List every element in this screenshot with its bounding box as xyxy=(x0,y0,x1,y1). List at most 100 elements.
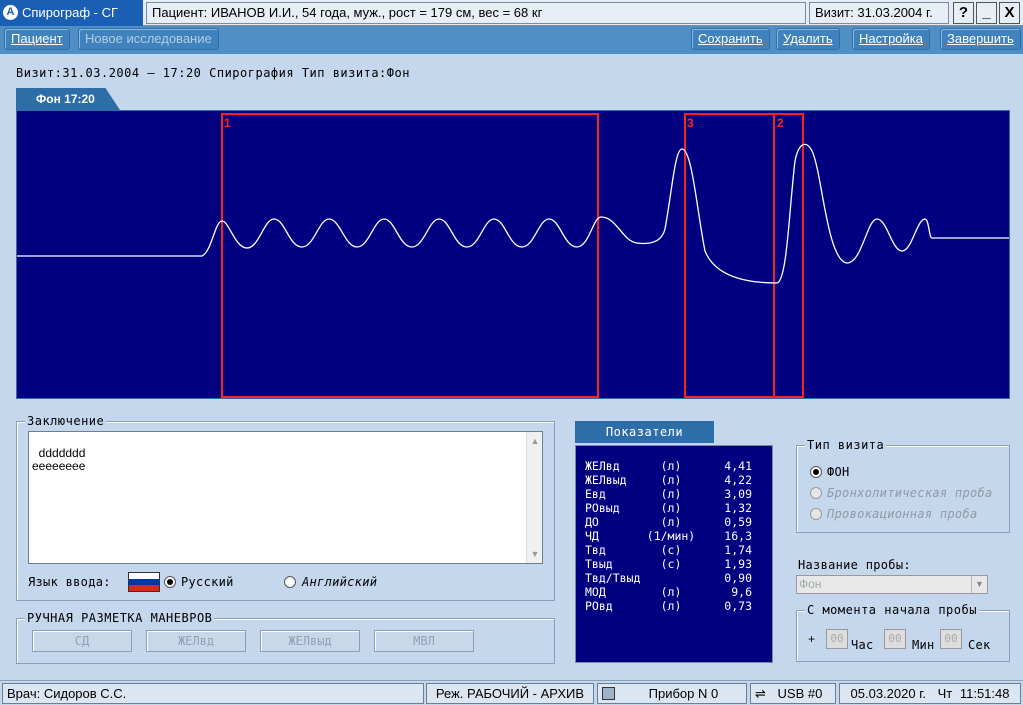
indicator-value: 4,22 xyxy=(724,473,752,487)
indicator-row: Твд/Твыд 0,90 xyxy=(576,571,772,585)
doctor-status: Врач: Сидоров С.С. xyxy=(2,683,424,704)
chevron-down-icon[interactable]: ▼ xyxy=(971,576,987,593)
seconds-field[interactable]: 00 xyxy=(940,629,962,649)
app-title-text: Спирограф - СГ xyxy=(22,5,119,20)
segment-3-label: 3 xyxy=(687,116,694,130)
app-title: A Спирограф - СГ xyxy=(0,0,143,26)
new-study-button[interactable]: Новое исследование xyxy=(78,28,219,50)
zhel-vd-button[interactable]: ЖЕЛвд xyxy=(146,630,246,652)
indicator-unit: (с) xyxy=(660,557,682,571)
spirogram-svg: 1 3 2 xyxy=(17,113,1009,398)
tab-fon[interactable]: Фон 17:20 xyxy=(16,88,120,110)
segment-2-label: 2 xyxy=(777,116,784,130)
close-button[interactable]: X xyxy=(999,2,1020,24)
since-start-title: С момента начала пробы xyxy=(805,603,979,617)
indicator-row: ЖЕЛвд (л) 4,41 xyxy=(576,459,772,473)
delete-button[interactable]: Удалить xyxy=(776,28,840,50)
spirogram-line xyxy=(17,143,1009,284)
lang-english-label: Английский xyxy=(302,575,378,589)
visit-header: Визит:31.03.2004 – 17:20 Спирография Тип… xyxy=(16,66,410,80)
indicator-unit: (л) xyxy=(660,501,682,515)
hours-field[interactable]: 00 xyxy=(826,629,848,649)
visit-type-provocation-label: Провокационная проба xyxy=(827,507,978,521)
minimize-button[interactable]: _ xyxy=(976,2,997,24)
lang-english-radio[interactable] xyxy=(284,576,296,588)
segment-1-box[interactable] xyxy=(221,113,599,398)
mvl-button[interactable]: МВЛ xyxy=(374,630,474,652)
indicator-name: ЧД xyxy=(585,529,599,543)
minutes-label: Мин xyxy=(912,638,935,652)
sd-button[interactable]: СД xyxy=(32,630,132,652)
indicator-unit: (л) xyxy=(660,487,682,501)
zhel-vyd-button[interactable]: ЖЕЛвыд xyxy=(260,630,360,652)
lang-russian-label: Русский xyxy=(181,575,234,589)
indicator-unit: (л) xyxy=(660,515,682,529)
save-button[interactable]: Сохранить xyxy=(691,28,770,50)
indicator-name: РОвыд xyxy=(585,501,620,515)
indicator-value: 0,90 xyxy=(724,571,752,585)
conclusion-textarea[interactable]: ddddddd eeeeeeee ▲ ▼ xyxy=(28,431,543,564)
settings-button[interactable]: Настройка xyxy=(852,28,930,50)
indicator-name: Евд xyxy=(585,487,606,501)
segment-1-label: 1 xyxy=(224,116,231,130)
finish-button[interactable]: Завершить xyxy=(940,28,1021,50)
indicator-name: ЖЕЛвыд xyxy=(585,473,627,487)
segment-2-box[interactable] xyxy=(773,113,804,398)
visit-type-fon-radio[interactable] xyxy=(810,466,822,478)
indicator-unit: (л) xyxy=(660,473,682,487)
time-label: 11:51:48 xyxy=(959,686,1010,701)
mode-status: Реж. РАБОЧИЙ - АРХИВ xyxy=(426,683,594,704)
seconds-label: Сек xyxy=(968,638,991,652)
app-logo-icon: A xyxy=(3,5,18,20)
indicators-tab[interactable]: Показатели xyxy=(575,421,714,443)
indicators-panel: ЖЕЛвд (л) 4,41 ЖЕЛвыд (л) 4,22 Евд (л) 3,09 РО… xyxy=(575,445,773,663)
indicator-name: Твыд xyxy=(585,557,613,571)
help-button[interactable]: ? xyxy=(953,2,974,24)
indicator-value: 3,09 xyxy=(724,487,752,501)
indicator-row: ДО (л) 0,59 xyxy=(576,515,772,529)
indicator-value: 16,3 xyxy=(724,529,752,543)
patient-info: Пациент: ИВАНОВ И.И., 54 года, муж., рос… xyxy=(146,2,806,24)
calculator-icon xyxy=(602,687,615,700)
indicator-name: МОД xyxy=(585,585,606,599)
probe-name-label: Название пробы: xyxy=(798,558,911,572)
date-label: 05.03.2020 г. xyxy=(850,686,926,701)
indicator-value: 0,59 xyxy=(724,515,752,529)
visit-date: Визит: 31.03.2004 г. xyxy=(809,2,949,24)
day-label: Чт xyxy=(937,686,953,701)
segment-3-box[interactable] xyxy=(684,113,775,398)
indicator-name: ДО xyxy=(585,515,599,529)
indicator-name: РОвд xyxy=(585,599,613,613)
visit-type-provocation-radio[interactable] xyxy=(810,508,822,520)
indicator-value: 4,41 xyxy=(724,459,752,473)
indicator-row: ЧД (1/мин) 16,3 xyxy=(576,529,772,543)
indicator-value: 0,73 xyxy=(724,599,752,613)
scroll-down-icon[interactable]: ▼ xyxy=(529,548,541,560)
device-status: Прибор N 0 xyxy=(597,683,747,704)
indicator-unit: (л) xyxy=(660,599,682,613)
indicator-unit: (л) xyxy=(660,585,682,599)
probe-name-select[interactable]: Фон ▼ xyxy=(796,575,988,594)
patient-button[interactable]: Пациент xyxy=(4,28,70,50)
visit-type-title: Тип визита xyxy=(805,438,887,452)
lang-russian-radio[interactable] xyxy=(164,576,176,588)
minutes-field[interactable]: 00 xyxy=(884,629,906,649)
indicator-row: РОвд (л) 0,73 xyxy=(576,599,772,613)
indicator-row: ЖЕЛвыд (л) 4,22 xyxy=(576,473,772,487)
textarea-scrollbar[interactable]: ▲ ▼ xyxy=(526,432,542,563)
spirogram-chart: 1 3 2 xyxy=(16,110,1010,399)
toolbar: Пациент Новое исследование Сохранить Уда… xyxy=(0,26,1023,54)
conclusion-text: ddddddd eeeeeeee xyxy=(32,446,86,473)
indicator-name: Твд/Твыд xyxy=(585,571,641,585)
indicator-unit: (с) xyxy=(660,543,682,557)
indicator-value: 1,93 xyxy=(724,557,752,571)
indicator-value: 9,6 xyxy=(731,585,752,599)
scroll-up-icon[interactable]: ▲ xyxy=(529,435,541,447)
indicator-row: Твыд (с) 1,93 xyxy=(576,557,772,571)
visit-type-fon-label: ФОН xyxy=(827,465,850,479)
visit-type-broncho-label: Бронхолитическая проба xyxy=(827,486,993,500)
datetime-status: 05.03.2020 г. Чт 11:51:48 xyxy=(839,683,1021,704)
probe-name-value: Фон xyxy=(799,577,822,591)
visit-type-broncho-radio[interactable] xyxy=(810,487,822,499)
input-language-label: Язык ввода: xyxy=(28,575,111,589)
